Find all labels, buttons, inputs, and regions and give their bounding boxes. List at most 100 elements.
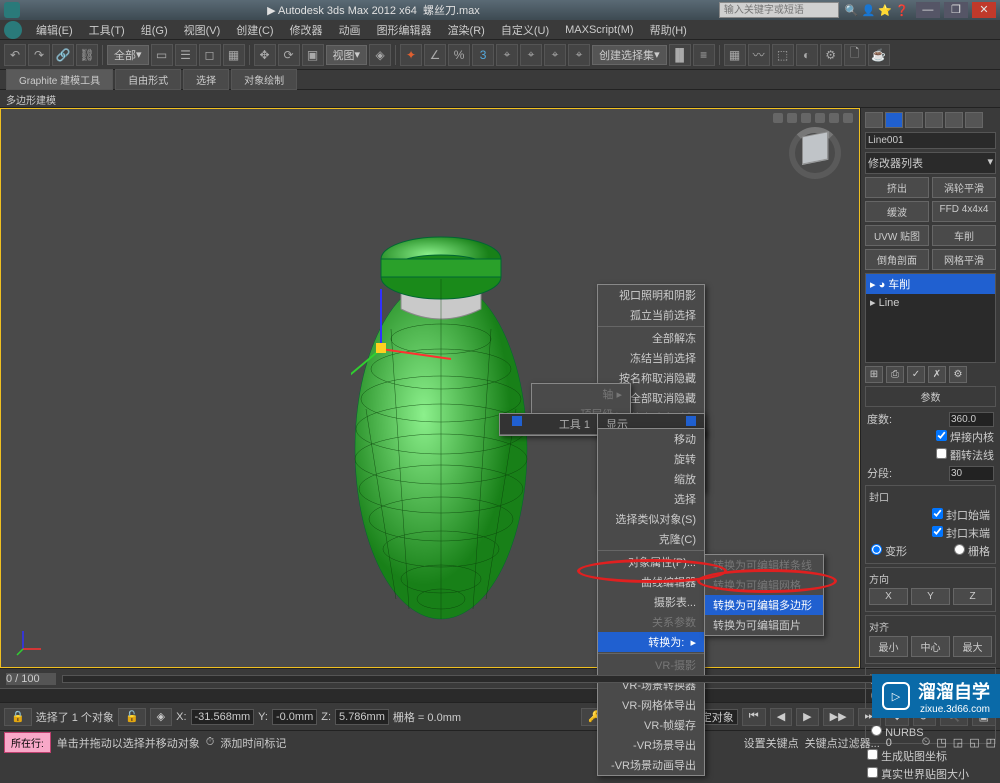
ctx-vr-cam[interactable]: VR-摄影 [598,655,704,675]
ctx-vr-mesh-export[interactable]: VR-网格体导出 [598,695,704,715]
display-tab-icon[interactable] [945,112,963,128]
ref-coord-combo[interactable]: 视图 ▾ [326,45,368,65]
align-max-button[interactable]: 最大 [953,636,992,657]
lock-selection-icon[interactable]: 🔓 [118,708,146,726]
nav-icon[interactable]: ◳ [936,736,946,749]
ctx-select[interactable]: 选择 [598,489,704,509]
unlink-button[interactable]: ⛓ [76,44,98,66]
help-search-input[interactable] [719,2,839,18]
spinner-snap-toggle[interactable]: 3 [472,44,494,66]
playback-play-icon[interactable]: ▶ [796,708,818,726]
tab-selection[interactable]: 选择 [183,69,229,90]
modify-tab-icon[interactable] [885,112,903,128]
coord-x-field[interactable]: -31.568mm [191,709,255,725]
dir-x-button[interactable]: X [869,588,908,605]
mirror-button[interactable]: ▐▌ [669,44,691,66]
mod-btn-lathe[interactable]: 车削 [932,225,996,246]
dir-z-button[interactable]: Z [953,588,992,605]
degrees-input[interactable] [949,412,994,427]
maximize-button[interactable]: ❐ [944,2,968,18]
mod-btn-bevel[interactable]: 倒角剖面 [865,249,929,270]
ctx-move[interactable]: 移动 [598,429,704,449]
set-key-button[interactable]: 设置关键点 [744,735,799,751]
ctx-item[interactable]: 视口照明和阴影 [598,285,704,305]
snap-button[interactable]: ⌖ [520,44,542,66]
ctx-item[interactable]: 孤立当前选择 [598,305,704,325]
ctx-to-mesh[interactable]: 转换为可编辑网格 [705,575,823,595]
maxscript-listener-button[interactable]: 所在行: [4,732,51,753]
curve-editor-button[interactable]: 〰 [748,44,770,66]
help-icons[interactable]: 🔍 👤 ⭐ ❓ [845,4,909,17]
nav-icon[interactable]: ◰ [986,736,996,749]
tab-freeform[interactable]: 自由形式 [115,69,181,90]
time-slider-track[interactable] [62,675,994,683]
mod-btn-uvw[interactable]: UVW 贴图 [865,225,929,246]
real-world-checkbox[interactable] [867,767,878,778]
angle-snap-toggle[interactable]: ∠ [424,44,446,66]
scale-button[interactable]: ▣ [302,44,324,66]
nav-icon[interactable]: ◱ [969,736,979,749]
cap-grid-radio[interactable] [954,544,965,555]
time-config-icon[interactable]: ⏲ [922,736,931,749]
viewport[interactable]: 视口照明和阴影 孤立当前选择 全部解冻 冻结当前选择 按名称取消隐藏 全部取消隐… [0,108,860,668]
window-controls[interactable]: — ❐ ✕ [915,2,996,18]
undo-button[interactable]: ↶ [4,44,26,66]
minimize-button[interactable]: — [916,2,940,18]
close-button[interactable]: ✕ [972,2,996,18]
window-crossing-button[interactable]: ▦ [223,44,245,66]
ctx-dope-sheet[interactable]: 摄影表... [598,592,704,612]
motion-tab-icon[interactable] [925,112,943,128]
ctx-to-poly[interactable]: 转换为可编辑多边形 [705,595,823,615]
app-menu-icon[interactable] [4,21,22,39]
stack-tool-icon[interactable]: ⚙ [949,366,967,383]
ctx-clone[interactable]: 克隆(C) [598,529,704,549]
menu-grapheditors[interactable]: 图形编辑器 [369,20,440,40]
menu-maxscript[interactable]: MAXScript(M) [557,22,641,38]
menu-create[interactable]: 创建(C) [228,20,281,40]
rotate-button[interactable]: ⟳ [278,44,300,66]
snap-button[interactable]: ⌖ [544,44,566,66]
menu-edit[interactable]: 编辑(E) [28,20,81,40]
schematic-button[interactable]: ⬚ [772,44,794,66]
time-slider[interactable]: 0 / 100 [0,668,1000,688]
playback-prev-icon[interactable]: ⏮ [742,708,766,726]
render-button[interactable]: ☕ [868,44,890,66]
ctx-scale[interactable]: 缩放 [598,469,704,489]
mod-btn-relax[interactable]: 缓波 [865,201,929,222]
menu-help[interactable]: 帮助(H) [642,20,695,40]
menu-tools[interactable]: 工具(T) [81,20,133,40]
menu-modifiers[interactable]: 修改器 [282,20,331,40]
align-button[interactable]: ≡ [693,44,715,66]
ctx-to-patch[interactable]: 转换为可编辑面片 [705,615,823,635]
ribbon-sub-panel[interactable]: 多边形建模 [0,90,1000,108]
viewport-toolbar-icons[interactable] [773,113,853,123]
selection-filter-combo[interactable]: 全部 ▾ [107,45,149,65]
move-button[interactable]: ✥ [254,44,276,66]
utilities-tab-icon[interactable] [965,112,983,128]
select-by-name-button[interactable]: ☰ [175,44,197,66]
mod-btn-turbosmooth[interactable]: 涡轮平滑 [932,177,996,198]
gen-uv-checkbox[interactable] [867,749,878,760]
pivot-button[interactable]: ◈ [369,44,391,66]
weld-core-checkbox[interactable] [936,430,947,441]
cap-end-checkbox[interactable] [932,526,943,537]
stack-tool-icon[interactable]: ⊞ [865,366,883,383]
playback-back-icon[interactable]: ◀ [770,708,792,726]
isolate-icon[interactable]: ◈ [150,708,172,726]
flip-normals-checkbox[interactable] [936,448,947,459]
menu-rendering[interactable]: 渲染(R) [440,20,493,40]
add-time-tag-button[interactable]: 添加时间标记 [220,735,286,751]
tab-object-paint[interactable]: 对象绘制 [231,69,297,90]
align-center-button[interactable]: 中心 [911,636,950,657]
coord-y-field[interactable]: -0.0mm [272,709,317,725]
object-name-field[interactable] [865,132,996,149]
ctx-convert-to[interactable]: 转换为: ▸ [598,632,704,652]
segments-input[interactable] [949,466,994,481]
render-frame-button[interactable]: 🗋 [844,44,866,66]
ctx-vr-framebuf[interactable]: VR-帧缓存 [598,715,704,735]
mod-btn-extrude[interactable]: 挤出 [865,177,929,198]
link-button[interactable]: 🔗 [52,44,74,66]
stack-tool-icon[interactable]: ✗ [928,366,946,383]
mod-btn-ffd[interactable]: FFD 4x4x4 [932,201,996,222]
ctx-rotate[interactable]: 旋转 [598,449,704,469]
